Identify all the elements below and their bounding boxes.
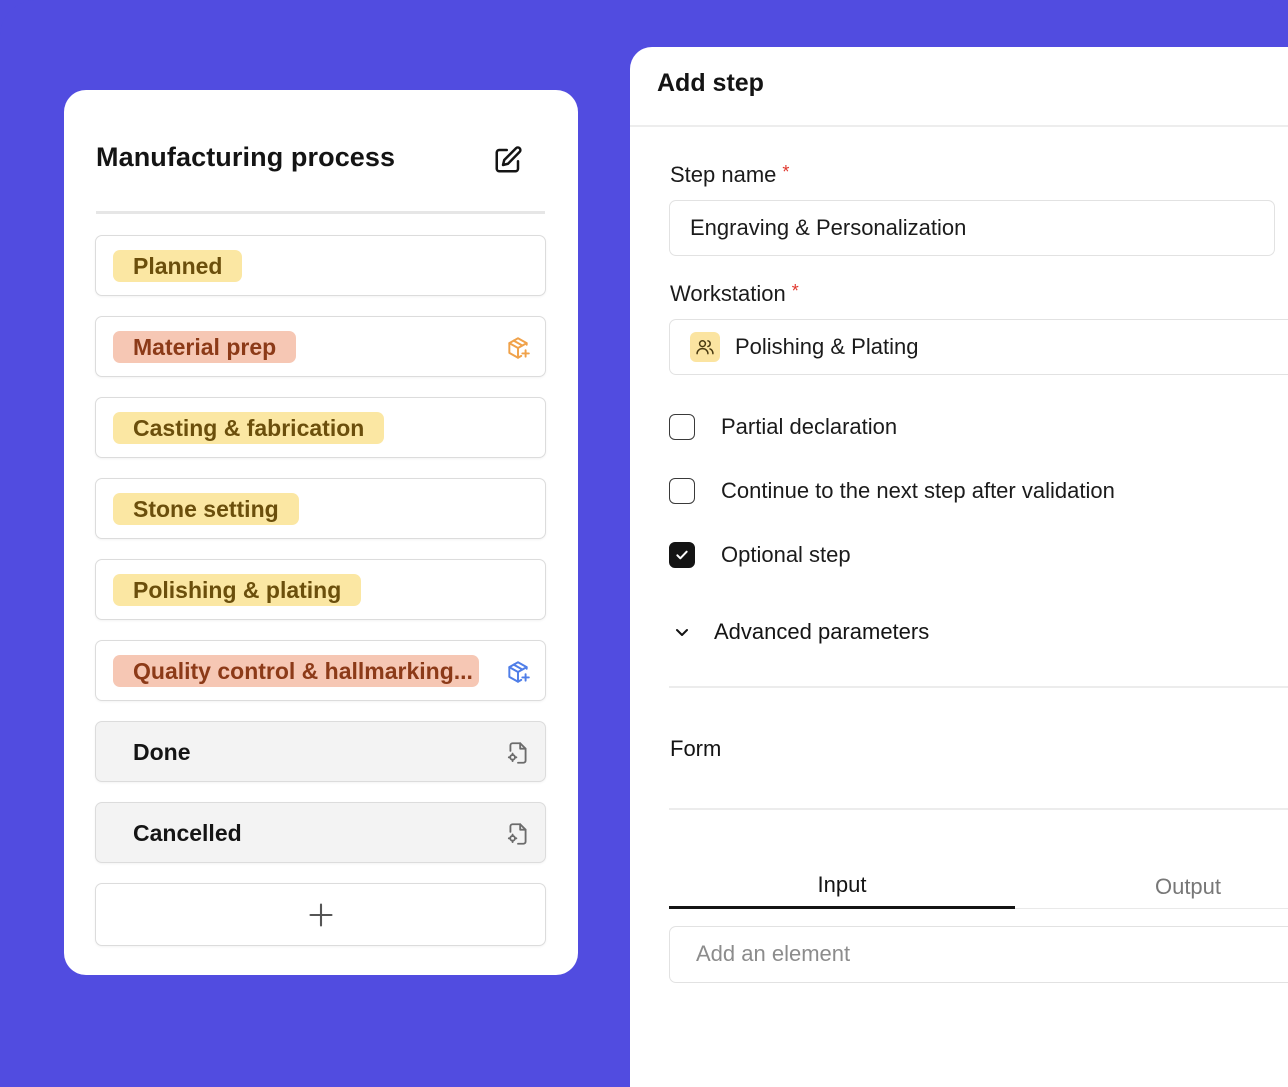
card-divider — [96, 211, 545, 214]
step-tag: Stone setting — [113, 493, 299, 525]
plus-icon — [308, 902, 333, 927]
advanced-parameters-toggle[interactable]: Advanced parameters — [670, 619, 929, 645]
process-card: Manufacturing process Planned Material p… — [64, 90, 578, 975]
checkmark-icon — [676, 550, 688, 560]
document-settings-icon[interactable] — [505, 740, 531, 766]
workstation-label-text: Workstation — [670, 281, 786, 306]
step-name-label: Step name * — [670, 162, 789, 188]
process-title: Manufacturing process — [96, 142, 396, 172]
step-row-stone-setting[interactable]: Stone setting — [95, 478, 546, 539]
step-label: Cancelled — [133, 820, 242, 846]
required-asterisk: * — [791, 281, 799, 301]
tab-bar-divider — [1015, 908, 1288, 909]
chevron-down-icon — [676, 629, 688, 636]
step-row-quality-control[interactable]: Quality control & hallmarking... — [95, 640, 546, 701]
panel-divider — [630, 125, 1288, 127]
workstation-label: Workstation * — [670, 281, 799, 307]
step-list: Planned Material prep Casting & fabricat… — [95, 235, 546, 966]
section-divider — [669, 686, 1288, 688]
package-plus-icon[interactable] — [505, 335, 531, 361]
step-name-input[interactable]: Engraving & Personalization — [669, 200, 1275, 256]
step-name-label-text: Step name — [670, 162, 777, 187]
checkbox[interactable] — [669, 542, 695, 568]
step-tag: Casting & fabrication — [113, 412, 385, 444]
document-settings-icon[interactable] — [505, 821, 531, 847]
step-row-cancelled[interactable]: Cancelled — [95, 802, 546, 863]
add-step-button[interactable] — [95, 883, 546, 946]
checkbox-continue-next-step[interactable]: Continue to the next step after validati… — [669, 477, 1115, 505]
checkbox[interactable] — [669, 414, 695, 440]
users-icon — [690, 332, 720, 362]
step-tag: Material prep — [113, 331, 297, 363]
step-row-polishing[interactable]: Polishing & plating — [95, 559, 546, 620]
add-element-input[interactable]: Add an element — [669, 926, 1288, 983]
step-tag: Polishing & plating — [113, 574, 362, 606]
step-row-planned[interactable]: Planned — [95, 235, 546, 296]
step-label: Done — [133, 739, 191, 765]
checkbox-label: Optional step — [721, 542, 851, 567]
add-step-panel: Add step Step name * Engraving & Personal… — [630, 47, 1288, 1087]
package-plus-icon[interactable] — [505, 659, 531, 685]
tab-output[interactable]: Output — [1015, 874, 1288, 900]
form-section-label: Form — [670, 736, 722, 761]
tab-input[interactable]: Input — [669, 872, 1015, 898]
workstation-select[interactable]: Polishing & Plating — [669, 319, 1288, 375]
edit-square-icon — [495, 146, 522, 173]
step-tag: Quality control & hallmarking... — [113, 655, 479, 687]
checkbox-label: Continue to the next step after validati… — [721, 478, 1115, 503]
workstation-value: Polishing & Plating — [735, 334, 919, 359]
checkbox-optional-step[interactable]: Optional step — [669, 541, 851, 569]
step-row-material-prep[interactable]: Material prep — [95, 316, 546, 377]
step-row-done[interactable]: Done — [95, 721, 546, 782]
edit-process-button[interactable] — [488, 140, 528, 180]
panel-title: Add step — [657, 69, 764, 97]
checkbox-label: Partial declaration — [721, 414, 898, 439]
checkbox-partial-declaration[interactable]: Partial declaration — [669, 413, 897, 441]
step-tag: Planned — [113, 250, 243, 282]
advanced-parameters-label: Advanced parameters — [714, 619, 930, 644]
active-tab-indicator — [669, 906, 1015, 909]
checkbox[interactable] — [669, 478, 695, 504]
section-divider — [669, 808, 1288, 810]
step-row-casting[interactable]: Casting & fabrication — [95, 397, 546, 458]
required-asterisk: * — [782, 162, 790, 182]
